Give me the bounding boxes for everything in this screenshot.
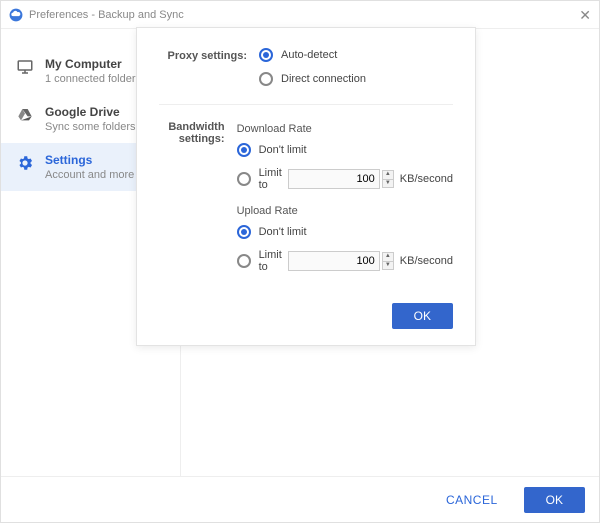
sidebar-item-sub: 1 connected folder (45, 73, 136, 85)
main-area: My Computer 1 connected folder Google Dr… (1, 29, 599, 476)
radio-unchecked-icon (237, 172, 251, 186)
bandwidth-settings-label: Bandwidth settings: (159, 119, 237, 285)
settings-modal: Proxy settings: Auto-detect Direct conne… (136, 27, 476, 346)
chevron-down-icon[interactable]: ▼ (382, 261, 394, 270)
sidebar-item-sub: Account and more (45, 169, 134, 181)
upload-dont-limit-radio[interactable]: Don't limit (237, 225, 453, 239)
unit-label: KB/second (400, 173, 453, 185)
cancel-button[interactable]: CANCEL (426, 487, 518, 513)
upload-limit-input[interactable] (288, 251, 380, 271)
radio-label: Don't limit (259, 144, 307, 156)
sidebar-item-title: My Computer (45, 57, 136, 71)
divider (159, 104, 453, 105)
window-title: Preferences - Backup and Sync (29, 9, 184, 21)
radio-label: Limit to (259, 167, 282, 191)
radio-label: Direct connection (281, 73, 366, 85)
download-rate-heading: Download Rate (237, 123, 453, 135)
download-limit-spinner[interactable]: ▲ ▼ (382, 170, 394, 188)
footer: CANCEL OK (1, 476, 599, 522)
upload-limit-spinner[interactable]: ▲ ▼ (382, 252, 394, 270)
titlebar: Preferences - Backup and Sync ✕ (1, 1, 599, 29)
radio-checked-icon (259, 48, 273, 62)
monitor-icon (15, 57, 35, 77)
cloud-icon (9, 8, 23, 22)
radio-label: Limit to (259, 249, 282, 273)
radio-label: Auto-detect (281, 49, 337, 61)
ok-button[interactable]: OK (524, 487, 585, 513)
unit-label: KB/second (400, 255, 453, 267)
upload-limit-to-radio[interactable]: Limit to (237, 249, 282, 273)
proxy-direct-connection-radio[interactable]: Direct connection (259, 72, 453, 86)
radio-unchecked-icon (237, 254, 251, 268)
content-pane: Proxy settings: Auto-detect Direct conne… (181, 29, 599, 476)
sidebar-item-title: Google Drive (45, 105, 135, 119)
chevron-up-icon[interactable]: ▲ (382, 252, 394, 261)
download-limit-input[interactable] (288, 169, 380, 189)
download-limit-to-radio[interactable]: Limit to (237, 167, 282, 191)
radio-checked-icon (237, 225, 251, 239)
proxy-auto-detect-radio[interactable]: Auto-detect (259, 48, 453, 62)
drive-icon (15, 105, 35, 125)
gear-icon (15, 153, 35, 173)
proxy-settings-label: Proxy settings: (159, 48, 259, 96)
sidebar-item-title: Settings (45, 153, 134, 167)
chevron-down-icon[interactable]: ▼ (382, 179, 394, 188)
modal-ok-button[interactable]: OK (392, 303, 453, 329)
upload-rate-heading: Upload Rate (237, 205, 453, 217)
download-dont-limit-radio[interactable]: Don't limit (237, 143, 453, 157)
close-icon[interactable]: ✕ (579, 7, 591, 24)
radio-checked-icon (237, 143, 251, 157)
radio-unchecked-icon (259, 72, 273, 86)
chevron-up-icon[interactable]: ▲ (382, 170, 394, 179)
radio-label: Don't limit (259, 226, 307, 238)
sidebar-item-sub: Sync some folders (45, 121, 135, 133)
